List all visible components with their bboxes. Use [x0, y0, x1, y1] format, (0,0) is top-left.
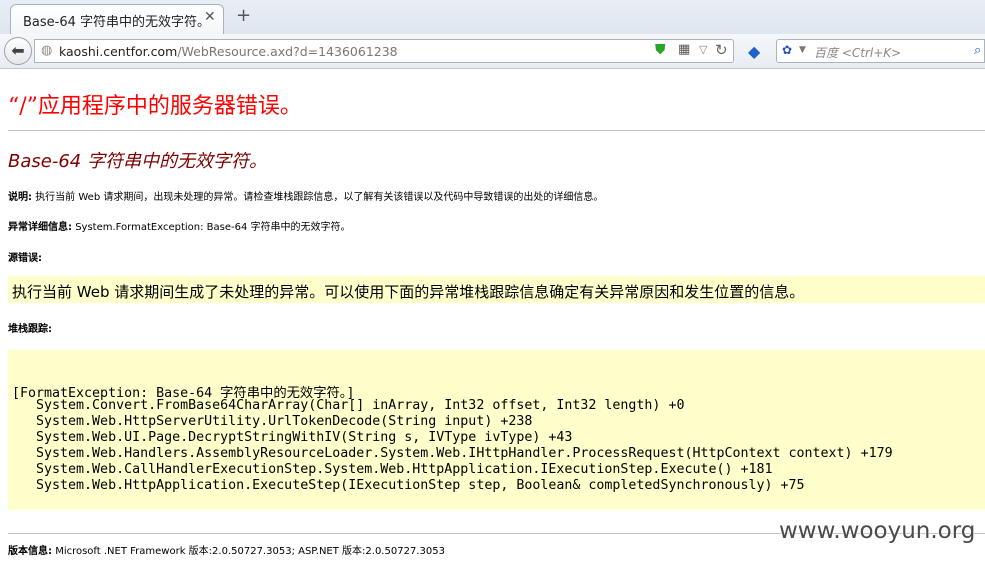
- version-info: 版本信息: Microsoft .NET Framework 版本:2.0.50…: [8, 542, 445, 557]
- divider: [8, 130, 985, 131]
- stack-trace-box: [FormatException: Base-64 字符串中的无效字符。] Sy…: [8, 350, 985, 510]
- description: 说明: 执行当前 Web 请求期间，出现未处理的异常。请检查堆栈跟踪信息，以了解…: [8, 188, 603, 203]
- description-label: 说明:: [8, 192, 32, 203]
- watermark: www.wooyun.org: [779, 518, 976, 544]
- tab-strip: Base-64 字符串中的无效字符。 ✕ +: [0, 0, 985, 35]
- error-heading: Base-64 字符串中的无效字符。: [8, 151, 267, 172]
- address-bar[interactable]: ◍ kaoshi.centfor.com/WebResource.axd?d=1…: [34, 39, 734, 63]
- qr-code-icon[interactable]: ▦: [678, 42, 690, 57]
- tab-title: Base-64 字符串中的无效字符。: [23, 15, 211, 30]
- search-engine-dropdown-icon[interactable]: ▼: [799, 45, 806, 55]
- server-error-title: “/”应用程序中的服务器错误。: [8, 94, 302, 119]
- url-path: /WebResource.axd?d=1436061238: [177, 44, 398, 59]
- browser-tab[interactable]: Base-64 字符串中的无效字符。 ✕: [10, 4, 224, 34]
- url-host: kaoshi.centfor.com: [59, 44, 178, 59]
- globe-icon: ◍: [41, 43, 53, 58]
- stack-trace-label: 堆栈跟踪:: [8, 324, 52, 335]
- exception-text: System.FormatException: Base-64 字符串中的无效字…: [75, 222, 351, 233]
- version-text: Microsoft .NET Framework 版本:2.0.50727.30…: [55, 546, 445, 557]
- dropdown-arrow-icon[interactable]: ▽: [699, 43, 707, 56]
- stack-trace-line: System.Web.HttpServerUtility.UrlTokenDec…: [12, 414, 533, 429]
- stack-trace-line: System.Web.CallHandlerExecutionStep.Syst…: [12, 462, 773, 477]
- stack-trace-line: System.Web.HttpApplication.ExecuteStep(I…: [12, 478, 805, 493]
- source-error-box: 执行当前 Web 请求期间生成了未处理的异常。可以使用下面的异常堆栈跟踪信息确定…: [8, 276, 985, 303]
- new-tab-button[interactable]: +: [236, 5, 251, 26]
- back-arrow-icon: ⬅: [11, 41, 25, 60]
- version-label: 版本信息:: [8, 546, 52, 557]
- exception-label: 异常详细信息:: [8, 222, 72, 233]
- extension-icon[interactable]: ◆: [748, 42, 760, 61]
- exception-details: 异常详细信息: System.FormatException: Base-64 …: [8, 218, 351, 233]
- search-bar[interactable]: ✿ ▼ 百度 <Ctrl+K> ⌕: [776, 39, 985, 63]
- source-error-label: 源错误:: [8, 253, 42, 264]
- baidu-paw-icon[interactable]: ✿: [782, 43, 792, 57]
- back-button[interactable]: ⬅: [4, 37, 32, 65]
- description-text: 执行当前 Web 请求期间，出现未处理的异常。请检查堆栈跟踪信息，以了解有关该错…: [35, 192, 604, 203]
- stack-trace-line: System.Web.Handlers.AssemblyResourceLoad…: [12, 446, 893, 461]
- close-tab-icon[interactable]: ✕: [204, 9, 216, 25]
- source-error-text: 执行当前 Web 请求期间生成了未处理的异常。可以使用下面的异常堆栈跟踪信息确定…: [12, 283, 805, 301]
- navigation-bar: ⬅ ◍ kaoshi.centfor.com/WebResource.axd?d…: [0, 34, 985, 69]
- search-go-icon[interactable]: ⌕: [974, 43, 981, 58]
- search-input[interactable]: 百度 <Ctrl+K>: [814, 44, 901, 61]
- shield-icon[interactable]: ⛊: [655, 42, 666, 58]
- stack-trace-line: System.Convert.FromBase64CharArray(Char[…: [12, 398, 685, 413]
- reload-icon[interactable]: ↻: [715, 41, 728, 59]
- page-content: “/”应用程序中的服务器错误。 Base-64 字符串中的无效字符。 说明: 执…: [0, 69, 985, 561]
- url-text[interactable]: kaoshi.centfor.com/WebResource.axd?d=143…: [59, 44, 398, 59]
- stack-trace-line: System.Web.UI.Page.DecryptStringWithIV(S…: [12, 430, 573, 445]
